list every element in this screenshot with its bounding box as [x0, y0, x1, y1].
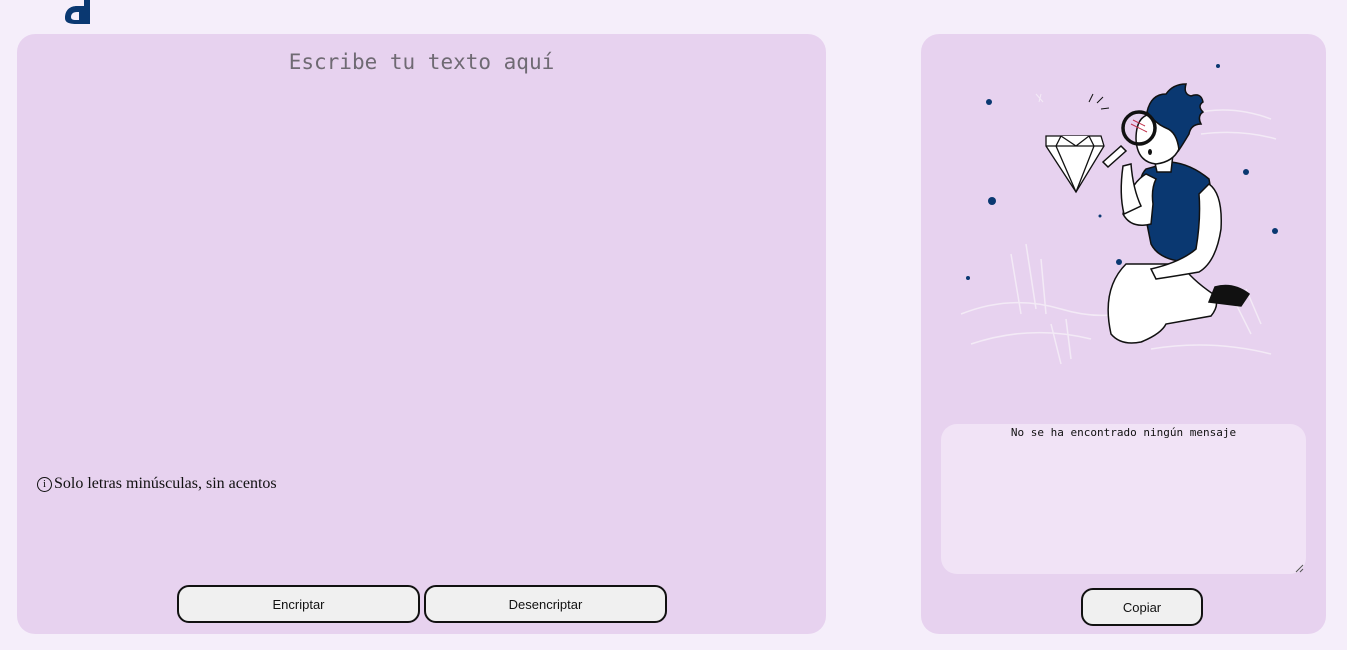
decrypt-button[interactable]: Desencriptar: [424, 585, 667, 623]
output-textarea[interactable]: No se ha encontrado ningún mensaje: [941, 424, 1306, 574]
logo-icon: [65, 0, 90, 24]
encrypt-button[interactable]: Encriptar: [177, 585, 420, 623]
hint-text: Solo letras minúsculas, sin acentos: [54, 475, 277, 492]
info-icon: i: [37, 476, 52, 492]
resize-grip-icon[interactable]: [1295, 564, 1304, 573]
copy-button[interactable]: Copiar: [1081, 588, 1203, 626]
output-panel: No se ha encontrado ningún mensaje Copia…: [921, 34, 1326, 634]
input-panel: i Solo letras minúsculas, sin acentos En…: [17, 34, 826, 634]
text-input[interactable]: [37, 50, 806, 450]
person-with-magnifier-illustration: [960, 64, 1278, 365]
hint: i Solo letras minúsculas, sin acentos: [37, 475, 277, 493]
